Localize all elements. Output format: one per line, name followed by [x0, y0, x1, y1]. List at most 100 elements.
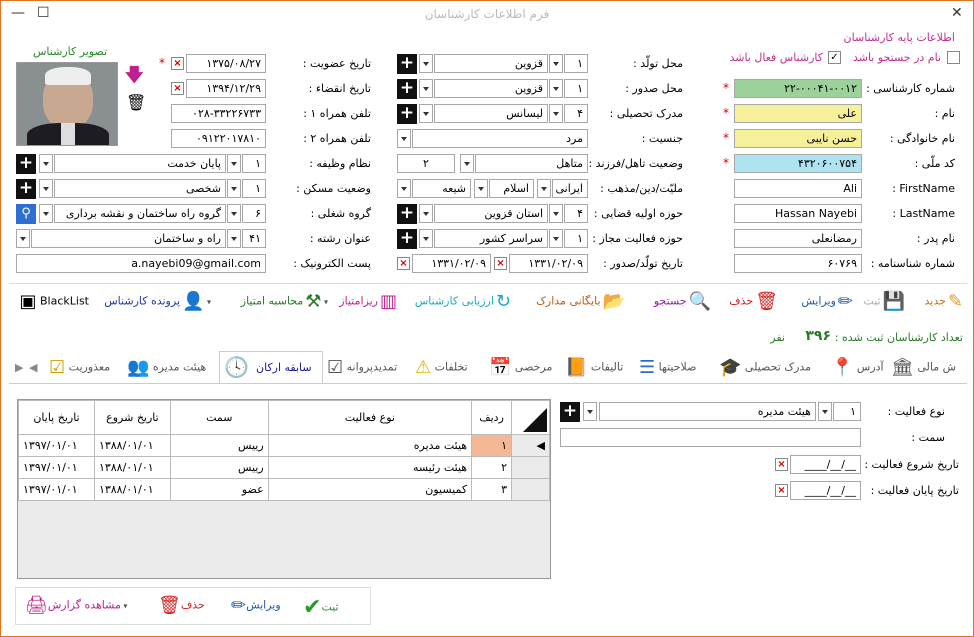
- nation-dropdown[interactable]: [537, 179, 551, 198]
- issue-dropdown[interactable]: [549, 79, 563, 98]
- file-button[interactable]: ▾ 👤پرونده کارشناس: [104, 291, 211, 317]
- nation-field[interactable]: ایرانی: [552, 179, 588, 198]
- tab-violations[interactable]: ⚠ تخلفات: [415, 357, 468, 381]
- gender-field[interactable]: مرد: [412, 129, 588, 148]
- report-button[interactable]: ▾ مشاهده گزارش🖨: [23, 595, 127, 621]
- birthplace-dropdown[interactable]: [549, 54, 563, 73]
- father-field[interactable]: رمضانعلی: [734, 229, 862, 248]
- expert-no-field[interactable]: ۲۲-۰۰۰۴۱-۰۰۱۲: [734, 79, 862, 98]
- area-list-dropdown[interactable]: [419, 229, 433, 248]
- col-post[interactable]: سمت: [169, 400, 269, 435]
- issuedate-field[interactable]: ۱۳۳۱/۰۲/۰۹: [412, 254, 491, 273]
- col-type[interactable]: نوع فعالیت: [267, 400, 473, 435]
- last-en-field[interactable]: Hassan Nayebi: [734, 204, 862, 223]
- national-field[interactable]: ۴۳۲۰۶۰۰۷۵۴: [734, 154, 862, 173]
- gender-dropdown[interactable]: [397, 129, 411, 148]
- degree-list-dropdown[interactable]: [419, 104, 433, 123]
- birthdate-field[interactable]: ۱۳۳۱/۰۲/۰۹: [509, 254, 588, 273]
- group-field[interactable]: گروه راه ساختمان و نقشه برداری: [54, 204, 226, 223]
- birthplace-code[interactable]: ۱: [564, 54, 588, 73]
- col-end[interactable]: تاریخ پایان: [18, 400, 95, 435]
- bottom-delete-button[interactable]: حذف🗑: [156, 595, 205, 621]
- delete-photo-icon[interactable]: 🗑: [126, 93, 146, 112]
- activity-grid[interactable]: تاریخ پایان تاریخ شروع سمت نوع فعالیت رد…: [17, 399, 551, 579]
- col-start[interactable]: تاریخ شروع: [93, 400, 171, 435]
- family-field[interactable]: حسن نایبی: [734, 129, 862, 148]
- tab-financial[interactable]: 🏛 ش مالی: [891, 357, 956, 381]
- new-button[interactable]: ✎جدید: [924, 291, 963, 317]
- children-field[interactable]: ۲: [397, 154, 455, 173]
- area-code[interactable]: ۱: [564, 229, 588, 248]
- duty-code[interactable]: ۱: [242, 154, 266, 173]
- duty-field[interactable]: پایان خدمت: [54, 154, 226, 173]
- maximize-button[interactable]: ☐: [37, 5, 50, 21]
- col-row[interactable]: ردیف: [471, 400, 513, 435]
- evaluate-button[interactable]: ↻ارزیابی کارشناس: [415, 291, 511, 317]
- tab-address[interactable]: 📍 آدرس: [831, 357, 884, 381]
- clear-start-icon[interactable]: ×: [775, 458, 788, 471]
- mobile1-field[interactable]: ۰۲۸-۳۳۲۲۶۷۳۳: [171, 104, 266, 123]
- idno-field[interactable]: ۶۰۷۶۹: [734, 254, 862, 273]
- table-row[interactable]: ۱۳۹۷/۰۱/۰۱ ۱۳۸۸/۰۱/۰۱ رییس هیئت رئیسه ۲: [18, 456, 550, 479]
- edit-button[interactable]: ✏ویرایش: [801, 291, 853, 317]
- degree-code[interactable]: ۴: [564, 104, 588, 123]
- clear-member-icon[interactable]: ×: [171, 57, 184, 70]
- add-degree-button[interactable]: +: [397, 104, 417, 124]
- clear-issuedate-icon[interactable]: ×: [397, 257, 410, 270]
- judicial-list-dropdown[interactable]: [419, 204, 433, 223]
- house-list-dropdown[interactable]: [39, 179, 53, 198]
- search-group-icon[interactable]: ⚲: [16, 204, 36, 224]
- bottom-save-button[interactable]: ثبت✔: [301, 595, 339, 621]
- first-en-field[interactable]: Ali: [734, 179, 862, 198]
- tab-qualifications[interactable]: ☰ صلاحیتها: [639, 357, 696, 381]
- birthplace-field[interactable]: قزوین: [434, 54, 548, 73]
- tab-renewal[interactable]: ☑ تمدیدپروانه: [327, 357, 397, 381]
- tab-leave[interactable]: 📅 مرخصی: [489, 357, 552, 381]
- name-field[interactable]: علی: [734, 104, 862, 123]
- close-button[interactable]: ✕: [951, 5, 963, 21]
- archive-button[interactable]: 📂بایگانی مدارک: [536, 291, 625, 317]
- detail-type-dropdown[interactable]: [818, 402, 832, 421]
- field-dropdown[interactable]: [227, 229, 241, 248]
- religion-field[interactable]: اسلام: [489, 179, 534, 198]
- clear-expire-icon[interactable]: ×: [171, 82, 184, 95]
- tab-publications[interactable]: 📙 تالیفات: [565, 357, 623, 381]
- field-code[interactable]: ۴۱: [242, 229, 266, 248]
- table-row[interactable]: ۱۳۹۷/۰۱/۰۱ ۱۳۸۸/۰۱/۰۱ رییس هیئت مدیره ۱ …: [18, 434, 550, 457]
- group-list-dropdown[interactable]: [39, 204, 53, 223]
- expert-photo[interactable]: [16, 62, 118, 146]
- tab-board[interactable]: 👥 هیئت مدیره: [127, 357, 206, 381]
- area-dropdown[interactable]: [549, 229, 563, 248]
- tab-excuse[interactable]: ☑ معذوریت: [49, 357, 110, 381]
- mobile2-field[interactable]: ۰۹۱۲۲۰۱۷۸۱۰: [171, 129, 266, 148]
- judicial-field[interactable]: استان قزوین: [434, 204, 548, 223]
- calc-button[interactable]: ▾ ⚒محاسبه امتیاز: [241, 291, 328, 317]
- sect-dropdown[interactable]: [397, 179, 411, 198]
- add-issue-button[interactable]: +: [397, 79, 417, 99]
- house-dropdown[interactable]: [227, 179, 241, 198]
- degree-field[interactable]: لیسانس: [434, 104, 548, 123]
- add-area-button[interactable]: +: [397, 229, 417, 249]
- tab-scroll-left[interactable]: ◀: [29, 361, 37, 385]
- judicial-dropdown[interactable]: [549, 204, 563, 223]
- search-checkbox[interactable]: [947, 51, 960, 64]
- field-list-dropdown[interactable]: [16, 229, 30, 248]
- judicial-code[interactable]: ۴: [564, 204, 588, 223]
- save-button[interactable]: 💾ثبت: [863, 291, 905, 317]
- expire-field[interactable]: ۱۳۹۴/۱۲/۲۹: [186, 79, 266, 98]
- issue-code[interactable]: ۱: [564, 79, 588, 98]
- table-row[interactable]: ۱۳۹۷/۰۱/۰۱ ۱۳۸۸/۰۱/۰۱ عضو کمیسیون ۳: [18, 478, 550, 501]
- duty-dropdown[interactable]: [227, 154, 241, 173]
- birthplace-list-dropdown[interactable]: [419, 54, 433, 73]
- member-field[interactable]: ۱۳۷۵/۰۸/۲۷: [186, 54, 266, 73]
- area-field[interactable]: سراسر کشور: [434, 229, 548, 248]
- tab-history[interactable]: 🕓 سابقه ارکان: [219, 351, 323, 383]
- minimize-button[interactable]: —: [11, 5, 25, 21]
- degree-dropdown[interactable]: [549, 104, 563, 123]
- bottom-edit-button[interactable]: ویرایش✏: [229, 595, 281, 621]
- resume-button[interactable]: ▥ریزامتیاز: [339, 291, 397, 317]
- detail-end-field[interactable]: __/__/____: [790, 481, 861, 500]
- active-checkbox[interactable]: ✓: [828, 51, 841, 64]
- detail-type-field[interactable]: هیئت مدیره: [599, 402, 816, 421]
- group-dropdown[interactable]: [227, 204, 241, 223]
